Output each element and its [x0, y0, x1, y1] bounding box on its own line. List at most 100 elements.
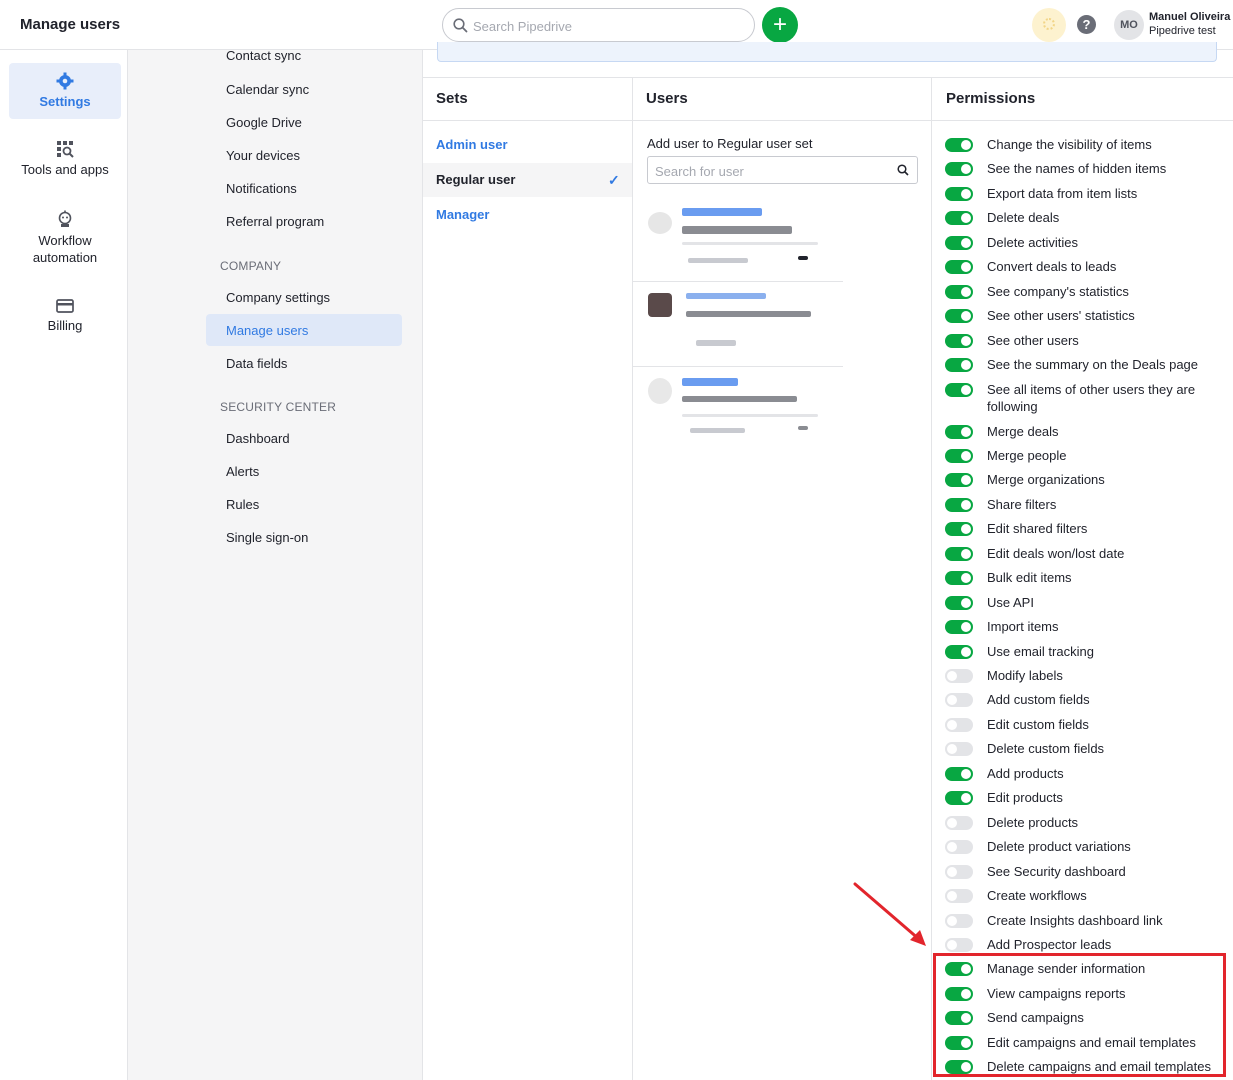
permission-toggle[interactable]	[945, 864, 973, 879]
nav-tools-and-apps[interactable]: Tools and apps	[9, 140, 121, 184]
subnav-heading-company: COMPANY	[220, 259, 282, 273]
columns-top-divider	[423, 77, 1233, 78]
nav-billing-label: Billing	[47, 318, 83, 333]
permission-toggle[interactable]	[945, 791, 973, 806]
global-search-input[interactable]	[473, 16, 743, 36]
permission-toggle[interactable]	[945, 211, 973, 226]
nav-settings[interactable]: Settings	[9, 63, 121, 119]
permission-toggle[interactable]	[945, 815, 973, 830]
subnav-dashboard[interactable]: Dashboard	[226, 431, 290, 446]
permission-toggle[interactable]	[945, 522, 973, 537]
permission-toggle[interactable]	[945, 546, 973, 561]
user-email-redacted	[682, 396, 797, 402]
permission-toggle[interactable]	[945, 669, 973, 683]
column-header-divider	[423, 120, 1233, 121]
subnav-google-drive[interactable]: Google Drive	[226, 115, 302, 130]
permission-toggle[interactable]	[945, 766, 973, 781]
permission-toggle[interactable]	[945, 717, 973, 732]
user-search-field[interactable]	[647, 156, 918, 184]
search-icon	[897, 164, 909, 176]
permissions-column-heading: Permissions	[946, 90, 1036, 107]
set-admin-user[interactable]: Admin user	[423, 128, 632, 162]
add-user-label: Add user to Regular user set	[647, 136, 813, 151]
set-manager[interactable]: Manager	[423, 198, 632, 232]
subnav-referral-program[interactable]: Referral program	[226, 214, 324, 229]
permission-label: See other users	[987, 332, 1079, 348]
permission-toggle[interactable]	[945, 309, 973, 324]
highlight-box	[933, 953, 1226, 1077]
divider	[682, 414, 818, 417]
user-action-redacted	[798, 426, 808, 430]
permission-label: Modify labels	[987, 668, 1063, 683]
permission-toggle[interactable]	[945, 742, 973, 757]
list-item[interactable]	[633, 368, 843, 452]
permission-label: Share filters	[987, 496, 1057, 512]
account-company-name[interactable]: Pipedrive test	[1149, 25, 1216, 37]
permission-label: Export data from item lists	[987, 185, 1138, 201]
permission-toggle[interactable]	[945, 382, 973, 397]
settings-subnav: Contact sync Calendar sync Google Drive …	[128, 48, 423, 1080]
permission-toggle[interactable]	[945, 284, 973, 299]
permission-toggle[interactable]	[945, 937, 973, 952]
permission-toggle[interactable]	[945, 889, 973, 904]
permission-toggle[interactable]	[945, 162, 973, 177]
user-search-input[interactable]	[655, 162, 885, 180]
list-item[interactable]	[633, 283, 843, 367]
permission-toggle[interactable]	[945, 595, 973, 610]
permission-label: Change the visibility of items	[987, 137, 1152, 152]
avatar	[648, 293, 672, 317]
users-column-heading: Users	[646, 90, 688, 107]
account-user-name[interactable]: Manuel Oliveira	[1149, 11, 1230, 23]
permission-label: See all items of other users they are fo…	[987, 381, 1196, 414]
divider	[682, 242, 818, 245]
user-name-redacted	[682, 208, 762, 216]
quick-add-button[interactable]: +	[762, 7, 798, 43]
credit-card-icon	[56, 299, 74, 313]
permission-label: Merge organizations	[987, 472, 1105, 488]
main-navigation: Settings Tools and apps Workflow automat…	[0, 50, 128, 1080]
permission-toggle[interactable]	[945, 424, 973, 439]
subnav-contact-sync[interactable]: Contact sync	[226, 48, 301, 63]
permission-toggle[interactable]	[945, 840, 973, 855]
user-meta-redacted	[690, 428, 745, 433]
global-search[interactable]	[442, 8, 755, 42]
permission-toggle[interactable]	[945, 571, 973, 586]
permission-toggle[interactable]	[945, 333, 973, 348]
subnav-calendar-sync[interactable]: Calendar sync	[226, 82, 309, 97]
subnav-alerts[interactable]: Alerts	[226, 464, 259, 479]
permission-label: Convert deals to leads	[987, 259, 1117, 275]
subnav-rules[interactable]: Rules	[226, 497, 259, 512]
help-icon[interactable]: ?	[1077, 15, 1096, 34]
permission-toggle[interactable]	[945, 497, 973, 512]
permission-toggle[interactable]	[945, 913, 973, 928]
subnav-notifications[interactable]: Notifications	[226, 181, 297, 196]
permission-toggle[interactable]	[945, 235, 973, 250]
nav-workflow-automation[interactable]: Workflow automation	[9, 210, 121, 270]
subnav-your-devices[interactable]: Your devices	[226, 148, 300, 163]
set-regular-user[interactable]: Regular user ✓	[423, 163, 632, 197]
permission-label: Add products	[987, 765, 1064, 781]
permission-toggle[interactable]	[945, 448, 973, 463]
subnav-data-fields[interactable]: Data fields	[226, 356, 287, 371]
nav-workflow-label: Workflow automation	[32, 233, 98, 265]
subnav-single-sign-on[interactable]: Single sign-on	[226, 530, 308, 545]
permission-toggle[interactable]	[945, 693, 973, 708]
nav-settings-label: Settings	[39, 94, 91, 109]
avatar[interactable]: MO	[1114, 10, 1144, 40]
user-email-redacted	[682, 226, 792, 234]
permission-toggle[interactable]	[945, 620, 973, 635]
permission-toggle[interactable]	[945, 186, 973, 201]
permission-label: Use email tracking	[987, 643, 1094, 659]
annotation-arrow-icon	[853, 882, 926, 946]
permission-toggle[interactable]	[945, 138, 973, 152]
permission-label: Add Prospector leads	[987, 936, 1112, 952]
nav-billing[interactable]: Billing	[9, 298, 121, 342]
list-item[interactable]	[633, 198, 843, 282]
subnav-manage-users[interactable]: Manage users	[226, 323, 308, 338]
permission-toggle[interactable]	[945, 473, 973, 488]
permission-toggle[interactable]	[945, 260, 973, 275]
permission-toggle[interactable]	[945, 644, 973, 659]
subnav-company-settings[interactable]: Company settings	[226, 290, 330, 305]
permission-toggle[interactable]	[945, 358, 973, 373]
sales-assistant-icon[interactable]	[1032, 8, 1066, 42]
